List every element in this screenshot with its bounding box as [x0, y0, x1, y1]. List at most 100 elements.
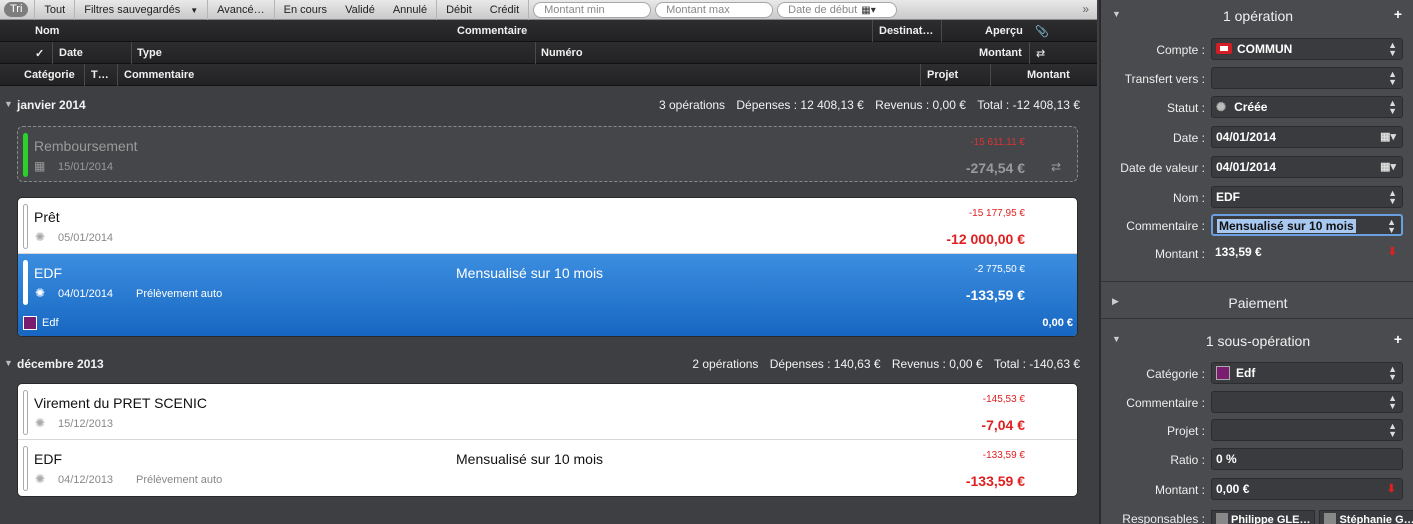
operation-title: Virement du PRET SCENIC [34, 395, 207, 411]
status-bar [23, 204, 28, 249]
sub-commentaire-label: Commentaire : [1126, 396, 1205, 410]
disclosure-triangle-icon[interactable]: ▼ [4, 358, 13, 368]
date-valeur-row: Date de valeur : 04/01/2014 ▦▾ [1101, 156, 1413, 180]
responsable-name: Philippe GLE… [1231, 514, 1311, 524]
saved-filters-dropdown[interactable]: Filtres sauvegardés ▼ [75, 0, 209, 20]
operation-balance: -15 177,95 € [968, 208, 1025, 219]
transfer-icon[interactable]: ⇄ [1051, 160, 1061, 174]
debit-arrow-icon[interactable]: ⬇ [1388, 245, 1397, 258]
date-valeur-value: 04/01/2014 [1216, 160, 1277, 174]
paperclip-icon: 📎 [1035, 26, 1049, 38]
group-name: janvier 2014 [17, 98, 86, 112]
date-value: 04/01/2014 [1216, 130, 1277, 144]
col-numero[interactable]: Numéro [541, 47, 583, 59]
sub-montant-input[interactable]: 0,00 € ⬇ [1211, 478, 1403, 500]
operation-type: Prélèvement auto [136, 474, 223, 486]
updown-icon: ▲ ▼ [1388, 40, 1397, 58]
operation-title: Remboursement [34, 138, 138, 154]
overflow-chevron-icon[interactable]: » [1082, 2, 1089, 16]
filter-all[interactable]: Tout [34, 0, 76, 20]
group-total: Total : -140,63 € [993, 357, 1080, 371]
col-t[interactable]: T… [91, 69, 109, 81]
responsable-chip[interactable]: Stéphanie G… [1319, 510, 1413, 524]
operation-balance: -15 611,11 € [970, 137, 1025, 148]
updown-icon: ▲ ▼ [1388, 393, 1397, 411]
app-window: Tri Tout Filtres sauvegardés ▼ Avancé… En… [0, 0, 1413, 524]
montant-min-input[interactable]: Montant min [533, 1, 652, 18]
add-icon[interactable]: + [1394, 6, 1402, 22]
group-header-decembre-2013[interactable]: ▼ décembre 2013 2 opérations Dépenses : … [0, 353, 1097, 375]
col-categorie[interactable]: Catégorie [24, 69, 75, 81]
operation-row-pret[interactable]: Prêt ✺ 05/01/2014 -15 177,95 € -12 000,0… [18, 198, 1077, 254]
operation-amount: -12 000,00 € [946, 231, 1025, 247]
nom-combobox[interactable]: EDF ▲ ▼ [1211, 186, 1403, 208]
date-valeur-label: Date de valeur : [1120, 161, 1205, 175]
operation-row-virement[interactable]: Virement du PRET SCENIC ✺ 15/12/2013 -14… [18, 384, 1077, 440]
transfer-icon: ⇄ [1036, 48, 1046, 60]
section-paiement-header[interactable]: ▶ Paiement [1101, 287, 1413, 317]
col-sub-commentaire[interactable]: Commentaire [124, 69, 194, 81]
sub-montant-value: 0,00 € [1216, 482, 1250, 496]
sub-operation-category: Edf [42, 317, 59, 329]
col-montant[interactable]: Montant [979, 47, 1022, 59]
statut-select[interactable]: ✺ Créée ▲ ▼ [1211, 96, 1403, 118]
scheduled-operation-remboursement[interactable]: Remboursement ▦ 15/01/2014 -15 611,11 € … [17, 126, 1078, 182]
col-commentaire[interactable]: Commentaire [457, 25, 527, 37]
sub-commentaire-input[interactable]: ▲ ▼ [1211, 391, 1403, 413]
col-projet[interactable]: Projet [927, 69, 958, 81]
group-depenses: Dépenses : 12 408,13 € [736, 98, 864, 112]
operation-title: Prêt [34, 209, 60, 225]
group-count: 2 opérations [692, 357, 759, 371]
operations-pane: Tri Tout Filtres sauvegardés ▼ Avancé… En… [0, 0, 1097, 524]
section-sous-operation-header[interactable]: ▼ 1 sous-opération + [1101, 325, 1413, 355]
disclosure-triangle-icon[interactable]: ▼ [4, 99, 13, 109]
compte-select[interactable]: COMMUN ▲ ▼ [1211, 38, 1403, 60]
operation-row-edf-selected[interactable]: EDF Mensualisé sur 10 mois ✺ 04/01/2014 … [18, 254, 1077, 336]
operation-row-edf-dec[interactable]: EDF Mensualisé sur 10 mois ✺ 04/12/2013 … [18, 440, 1077, 496]
operations-card-janvier: Prêt ✺ 05/01/2014 -15 177,95 € -12 000,0… [17, 197, 1078, 337]
filter-advanced[interactable]: Avancé… [208, 0, 275, 20]
transfert-select[interactable]: ▲ ▼ [1211, 67, 1403, 89]
filter-in-progress[interactable]: En cours [275, 0, 336, 20]
add-icon[interactable]: + [1394, 331, 1402, 347]
chevron-down-icon: ▼ [190, 5, 199, 15]
operation-amount: -274,54 € [965, 160, 1025, 176]
montant-max-input[interactable]: Montant max [655, 1, 774, 18]
sort-button[interactable]: Tri [4, 2, 29, 17]
date-valeur-field[interactable]: 04/01/2014 ▦▾ [1211, 156, 1403, 178]
operation-balance: -145,53 € [982, 394, 1025, 405]
col-type[interactable]: Type [137, 47, 162, 59]
debit-arrow-icon[interactable]: ⬇ [1387, 482, 1396, 495]
date-row: Date : 04/01/2014 ▦▾ [1101, 126, 1413, 150]
section-title: Paiement [1228, 295, 1288, 311]
col-apercu[interactable]: Aperçu [985, 25, 1023, 37]
filter-cancelled[interactable]: Annulé [384, 0, 438, 20]
col-date[interactable]: Date [59, 47, 83, 59]
section-operation-header[interactable]: ▼ 1 opération + [1101, 0, 1413, 30]
section-title: 1 opération [1222, 8, 1294, 24]
col-check[interactable]: ✓ [35, 47, 44, 60]
date-field[interactable]: 04/01/2014 ▦▾ [1211, 126, 1403, 148]
categorie-select[interactable]: Edf ▲ ▼ [1211, 362, 1403, 384]
col-sub-montant[interactable]: Montant [1027, 69, 1070, 81]
col-destinataire[interactable]: Destinat… [879, 25, 933, 37]
montant-label: Montant : [1154, 247, 1205, 261]
montant-row: Montant : 133,59 € ⬇ [1101, 242, 1413, 266]
projet-select[interactable]: ▲ ▼ [1211, 419, 1403, 441]
ratio-input[interactable]: 0 % [1211, 448, 1403, 470]
group-header-janvier-2014[interactable]: ▼ janvier 2014 3 opérations Dépenses : 1… [0, 94, 1097, 116]
sub-operation-amount: 0,00 € [1042, 317, 1073, 329]
filter-debit[interactable]: Débit [437, 0, 481, 20]
calendar-icon[interactable]: ▦▾ [861, 5, 875, 16]
col-nom[interactable]: Nom [35, 25, 59, 37]
filter-credit[interactable]: Crédit [481, 0, 530, 20]
montant-field[interactable]: 133,59 € ⬇ [1211, 242, 1403, 264]
commentaire-row: Commentaire : Mensualisé sur 10 mois ▲ ▼ [1101, 214, 1413, 238]
calendar-icon[interactable]: ▦▾ [1380, 130, 1396, 143]
calendar-icon[interactable]: ▦▾ [1380, 160, 1396, 173]
commentaire-input[interactable]: Mensualisé sur 10 mois ▲ ▼ [1211, 214, 1403, 236]
date-debut-input[interactable]: Date de début ▦▾ [777, 1, 898, 18]
responsable-chip[interactable]: Philippe GLE… [1211, 510, 1316, 524]
category-color-swatch [23, 316, 37, 330]
filter-validated[interactable]: Validé [336, 0, 384, 20]
